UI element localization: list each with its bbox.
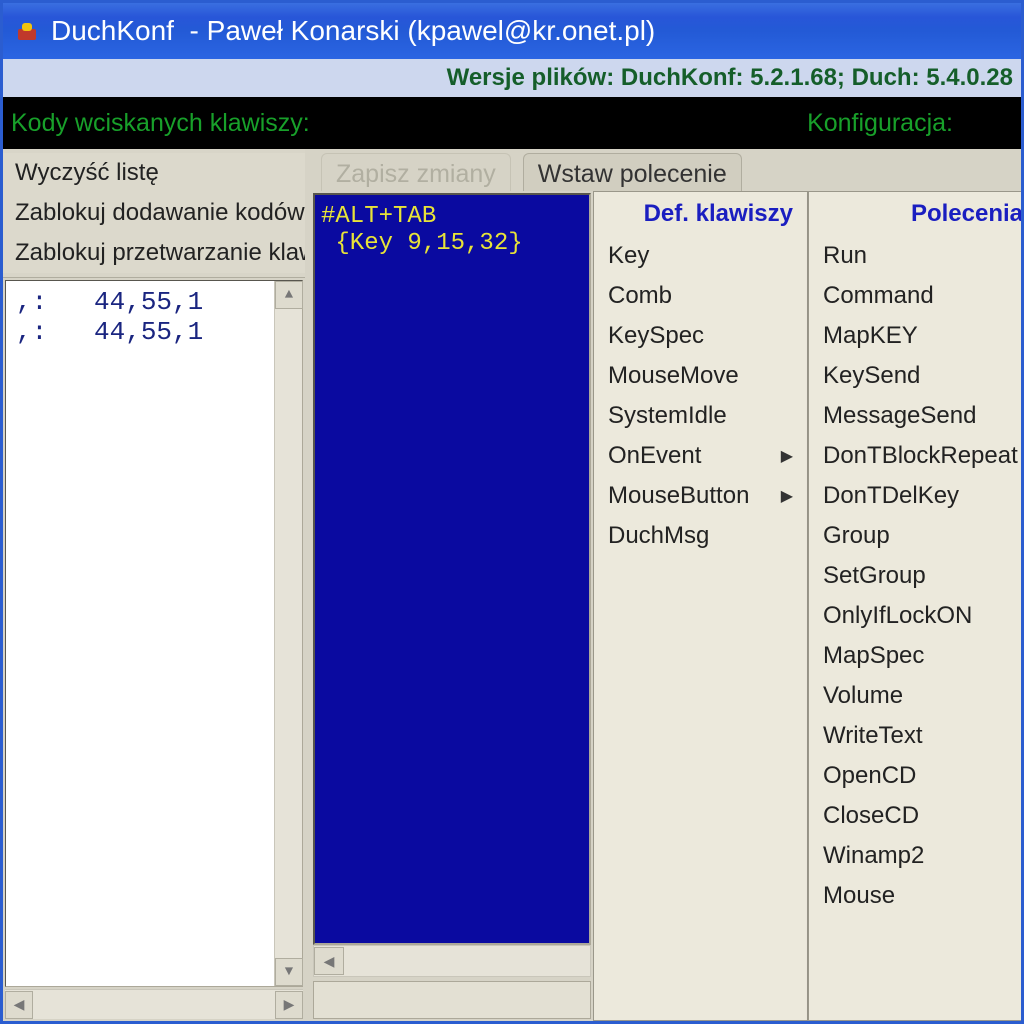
left-button-group: Wyczyść listę Zablokuj dodawanie kodów Z… (3, 149, 305, 278)
menu-item-label: OpenCD (823, 762, 916, 790)
content-row: #ALT+TAB {Key 9,15,32} ◀ Def. klawiszy K… (311, 191, 1021, 1021)
block-process-keys-button[interactable]: Zablokuj przetwarzanie klawiszy (3, 233, 305, 273)
menu-item-label: Group (823, 522, 890, 550)
menu-item-setgroup[interactable]: SetGroup (809, 556, 1021, 596)
menu-item-label: Key (608, 242, 649, 270)
menu-item-duchmsg[interactable]: DuchMsg (594, 516, 807, 556)
list-item: ,: 44,55,1 (16, 287, 292, 317)
key-codes-list[interactable]: ,: 44,55,1 ,: 44,55,1 ▲ ▼ (5, 280, 303, 987)
menu-item-label: Command (823, 282, 934, 310)
menu-title: Polecenia (809, 192, 1021, 236)
titlebar[interactable]: DuchKonf - Paweł Konarski (kpawel@kr.one… (3, 3, 1021, 59)
editor-wrap: #ALT+TAB {Key 9,15,32} ◀ (311, 191, 593, 1021)
menu-item-key[interactable]: Key (594, 236, 807, 276)
menu-item-group[interactable]: Group (809, 516, 1021, 556)
commands-menu: Polecenia Run Command MapKEY KeySend Message… (808, 191, 1021, 1021)
menu-item-keyspec[interactable]: KeySpec (594, 316, 807, 356)
version-bar: Wersje plików: DuchKonf: 5.2.1.68; Duch:… (3, 59, 1021, 97)
menu-item-dontblockrepeat[interactable]: DonTBlockRepeat (809, 436, 1021, 476)
code-editor[interactable]: #ALT+TAB {Key 9,15,32} (313, 193, 591, 945)
key-definitions-menu: Def. klawiszy Key Comb KeySpec MouseMove Sys… (593, 191, 808, 1021)
tab-save-changes[interactable]: Zapisz zmiany (321, 153, 511, 191)
editor-line: {Key 9,15,32} (321, 230, 523, 257)
menu-item-opencd[interactable]: OpenCD (809, 756, 1021, 796)
left-column: Wyczyść listę Zablokuj dodawanie kodów Z… (3, 149, 305, 1021)
menu-item-comb[interactable]: Comb (594, 276, 807, 316)
menu-item-volume[interactable]: Volume (809, 676, 1021, 716)
popup-menus: Def. klawiszy Key Comb KeySpec MouseMove Sys… (593, 191, 1021, 1021)
menu-item-label: MapKEY (823, 322, 918, 350)
editor-horizontal-scrollbar[interactable]: ◀ (313, 945, 591, 977)
menu-item-label: Mouse (823, 882, 895, 910)
menu-item-label: KeySpec (608, 322, 704, 350)
menu-title: Def. klawiszy (594, 192, 807, 236)
window-title: DuchKonf - Paweł Konarski (kpawel@kr.one… (51, 15, 655, 47)
chevron-right-icon: ▶ (781, 486, 793, 506)
header-right: Konfiguracja: (807, 109, 1013, 138)
menu-item-writetext[interactable]: WriteText (809, 716, 1021, 756)
vertical-scrollbar[interactable]: ▲ ▼ (274, 281, 302, 986)
tab-strip: Zapisz zmiany Wstaw polecenie (311, 149, 1021, 191)
tab-insert-command[interactable]: Wstaw polecenie (523, 153, 742, 191)
menu-item-label: DonTBlockRepeat (823, 442, 1018, 470)
block-add-codes-button[interactable]: Zablokuj dodawanie kodów (3, 193, 305, 233)
menu-item-mousemove[interactable]: MouseMove (594, 356, 807, 396)
menu-item-label: MouseButton (608, 482, 749, 510)
menu-item-label: Winamp2 (823, 842, 924, 870)
scroll-right-icon[interactable]: ▶ (275, 991, 303, 1019)
menu-item-label: MapSpec (823, 642, 924, 670)
section-header: Kody wciskanych klawiszy: Konfiguracja: (3, 97, 1021, 149)
menu-item-command[interactable]: Command (809, 276, 1021, 316)
menu-item-mousebutton[interactable]: MouseButton ▶ (594, 476, 807, 516)
horizontal-scrollbar[interactable]: ◀ ▶ (5, 989, 303, 1019)
menu-item-closecd[interactable]: CloseCD (809, 796, 1021, 836)
scroll-left-icon[interactable]: ◀ (5, 991, 33, 1019)
list-item: ,: 44,55,1 (16, 317, 292, 347)
menu-item-keysend[interactable]: KeySend (809, 356, 1021, 396)
menu-item-label: Run (823, 242, 867, 270)
menu-item-messagesend[interactable]: MessageSend (809, 396, 1021, 436)
menu-item-label: KeySend (823, 362, 920, 390)
right-column: Zapisz zmiany Wstaw polecenie #ALT+TAB {… (305, 149, 1021, 1021)
menu-item-mapkey[interactable]: MapKEY (809, 316, 1021, 356)
menu-item-label: CloseCD (823, 802, 919, 830)
menu-item-onlyiflockon[interactable]: OnlyIfLockON (809, 596, 1021, 636)
menu-item-label: SystemIdle (608, 402, 727, 430)
menu-item-label: MouseMove (608, 362, 739, 390)
menu-item-run[interactable]: Run (809, 236, 1021, 276)
menu-item-mouse[interactable]: Mouse (809, 876, 1021, 916)
menu-item-winamp2[interactable]: Winamp2 (809, 836, 1021, 876)
clear-list-button[interactable]: Wyczyść listę (3, 153, 305, 193)
main-window: DuchKonf - Paweł Konarski (kpawel@kr.one… (0, 0, 1024, 1024)
menu-item-label: WriteText (823, 722, 923, 750)
scroll-up-icon[interactable]: ▲ (275, 281, 303, 309)
menu-item-label: DonTDelKey (823, 482, 959, 510)
editor-line: #ALT+TAB (321, 203, 436, 230)
header-left: Kody wciskanych klawiszy: (11, 109, 310, 138)
chevron-right-icon: ▶ (781, 446, 793, 466)
menu-item-label: OnEvent (608, 442, 701, 470)
command-input[interactable] (313, 981, 591, 1019)
menu-item-systemidle[interactable]: SystemIdle (594, 396, 807, 436)
scroll-left-icon[interactable]: ◀ (314, 947, 344, 975)
window-icon (13, 17, 41, 45)
menu-item-label: OnlyIfLockON (823, 602, 972, 630)
menu-item-label: Comb (608, 282, 672, 310)
menu-item-onevent[interactable]: OnEvent ▶ (594, 436, 807, 476)
menu-item-label: Volume (823, 682, 903, 710)
menu-item-dontdelkey[interactable]: DonTDelKey (809, 476, 1021, 516)
menu-item-label: SetGroup (823, 562, 926, 590)
scroll-down-icon[interactable]: ▼ (275, 958, 303, 986)
menu-item-label: MessageSend (823, 402, 976, 430)
menu-item-label: DuchMsg (608, 522, 709, 550)
version-text: Wersje plików: DuchKonf: 5.2.1.68; Duch:… (447, 64, 1013, 92)
menu-item-mapspec[interactable]: MapSpec (809, 636, 1021, 676)
body-area: Wyczyść listę Zablokuj dodawanie kodów Z… (3, 149, 1021, 1021)
